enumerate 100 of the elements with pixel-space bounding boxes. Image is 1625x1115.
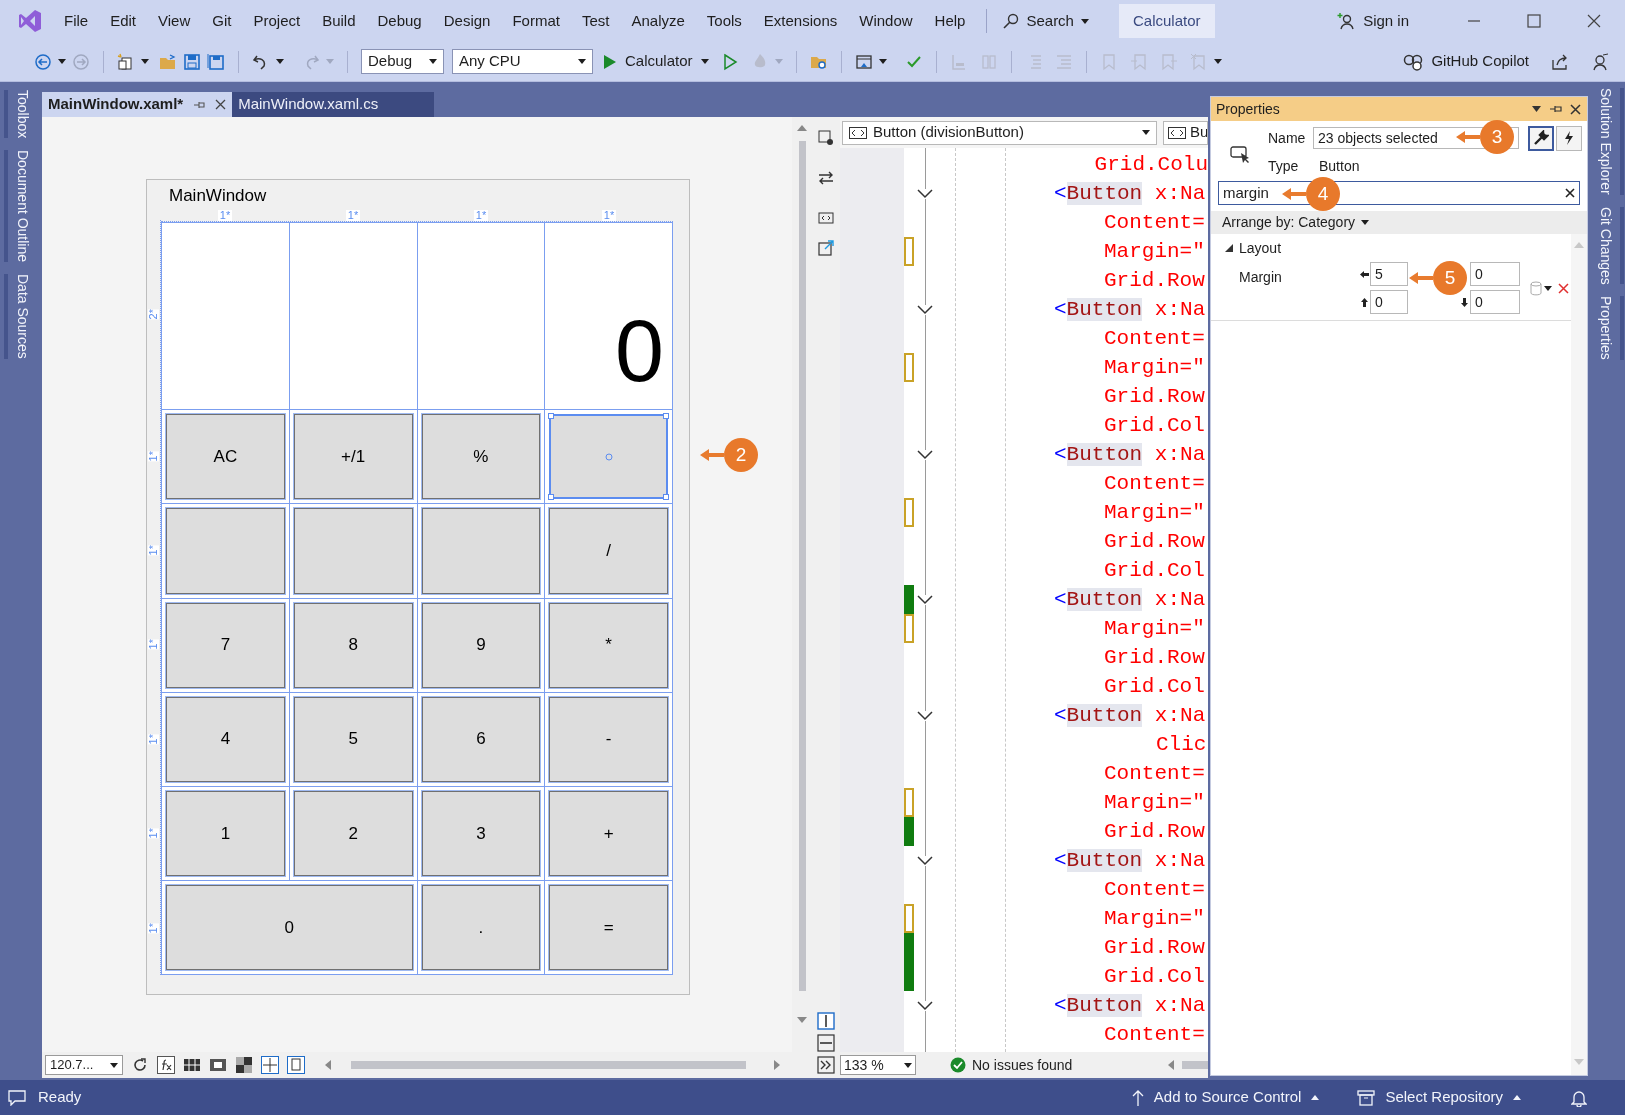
side-tab[interactable]: Document Outline: [3, 150, 37, 263]
platform-dropdown[interactable]: Any CPU: [452, 49, 593, 74]
close-icon[interactable]: [1570, 103, 1581, 115]
horizontal-scrollbar[interactable]: [351, 1061, 746, 1069]
menu-item[interactable]: Edit: [99, 9, 148, 33]
feedback-icon[interactable]: [1591, 52, 1609, 71]
save-all-icon[interactable]: [207, 52, 225, 71]
share-icon[interactable]: [1551, 52, 1569, 71]
pin-icon[interactable]: [1549, 103, 1562, 115]
sign-in-button[interactable]: Sign in: [1337, 9, 1409, 33]
side-tab[interactable]: Solution Explorer: [1591, 88, 1624, 195]
pop-out-icon[interactable]: [817, 239, 835, 257]
app-logo-icon[interactable]: [17, 8, 43, 34]
zoom-dropdown[interactable]: 133 %: [840, 1055, 916, 1075]
menu-item[interactable]: Build: [311, 9, 367, 33]
scroll-left-icon[interactable]: [1168, 1060, 1174, 1070]
keypad-button[interactable]: 8: [293, 602, 413, 688]
output-icon[interactable]: [8, 1089, 26, 1106]
copilot-button[interactable]: GitHub Copilot: [1403, 50, 1529, 73]
keypad-button[interactable]: +: [549, 790, 668, 876]
keypad-button[interactable]: 1: [166, 790, 285, 876]
refresh-icon[interactable]: [131, 1056, 149, 1074]
menu-item[interactable]: Design: [432, 9, 502, 33]
keypad-button[interactable]: [293, 508, 413, 594]
keypad-button[interactable]: [421, 508, 541, 594]
menu-item[interactable]: Git: [201, 9, 243, 33]
menu-item[interactable]: Extensions: [752, 9, 849, 33]
run-button[interactable]: Calculator: [603, 50, 709, 73]
menu-item[interactable]: Tools: [695, 9, 753, 33]
xaml-view-icon[interactable]: [817, 209, 835, 227]
menu-item[interactable]: File: [53, 9, 100, 33]
keypad-button[interactable]: -: [549, 696, 668, 782]
keypad-button[interactable]: 6: [421, 696, 541, 782]
device-icon[interactable]: [287, 1056, 305, 1074]
keypad-button[interactable]: /: [549, 508, 668, 594]
collapse-pane-icon[interactable]: [817, 1056, 835, 1074]
keypad-button[interactable]: AC: [166, 414, 285, 500]
keypad-button[interactable]: [166, 508, 285, 594]
keypad-button[interactable]: [549, 414, 668, 500]
grid-icon[interactable]: [183, 1056, 201, 1074]
reset-icon[interactable]: [1558, 282, 1569, 294]
menu-item[interactable]: Debug: [366, 9, 433, 33]
save-icon[interactable]: [183, 52, 201, 71]
scroll-up-icon[interactable]: [797, 125, 807, 131]
menu-item[interactable]: Project: [242, 9, 312, 33]
menu-item[interactable]: Format: [501, 9, 571, 33]
document-tab[interactable]: MainWindow.xaml.cs: [232, 92, 435, 117]
design-view-icon[interactable]: [817, 129, 835, 147]
source-control-button[interactable]: Add to Source Control: [1131, 1086, 1320, 1109]
keypad-button[interactable]: 4: [166, 696, 285, 782]
keypad-button[interactable]: 9: [421, 602, 541, 688]
keypad-button[interactable]: 5: [293, 696, 413, 782]
snap-grid-icon[interactable]: [209, 1056, 227, 1074]
menu-item[interactable]: View: [147, 9, 202, 33]
value-field[interactable]: 0: [1370, 290, 1408, 314]
new-item-icon[interactable]: [117, 52, 135, 71]
menu-item[interactable]: Test: [570, 9, 621, 33]
keypad-button[interactable]: 7: [166, 602, 285, 688]
back-icon[interactable]: [34, 52, 52, 71]
side-tab[interactable]: Git Changes: [1591, 206, 1624, 285]
formula-icon[interactable]: [157, 1056, 175, 1074]
keypad-button[interactable]: 0: [166, 884, 413, 970]
document-tab[interactable]: MainWindow.xaml*: [42, 92, 233, 117]
menu-item[interactable]: Analyze: [620, 9, 696, 33]
events-view-button[interactable]: [1556, 125, 1582, 151]
keypad-button[interactable]: %: [421, 414, 541, 500]
clear-icon[interactable]: [1565, 188, 1575, 198]
scroll-right-icon[interactable]: [774, 1060, 780, 1070]
scroll-left-icon[interactable]: [325, 1060, 331, 1070]
close-icon[interactable]: [1587, 14, 1601, 28]
keypad-button[interactable]: *: [549, 602, 668, 688]
horizontal-split-icon[interactable]: [817, 1034, 835, 1052]
repository-button[interactable]: Select Repository: [1357, 1086, 1521, 1109]
keypad-button[interactable]: 3: [421, 790, 541, 876]
keypad-button[interactable]: =: [549, 884, 668, 970]
open-folder-icon[interactable]: [159, 52, 177, 71]
member-dropdown[interactable]: Bu: [1163, 120, 1208, 145]
maximize-icon[interactable]: [1527, 14, 1541, 28]
menu-item[interactable]: Help: [923, 9, 977, 33]
checker-icon[interactable]: [235, 1056, 253, 1074]
snap-lines-icon[interactable]: [261, 1056, 279, 1074]
close-icon[interactable]: [215, 99, 227, 110]
element-dropdown[interactable]: Button (divisionButton): [842, 120, 1157, 145]
issues-status[interactable]: No issues found: [972, 1054, 1073, 1076]
search-button[interactable]: Search: [997, 9, 1095, 33]
keypad-button[interactable]: .: [421, 884, 541, 970]
configuration-dropdown[interactable]: Debug: [361, 49, 444, 74]
database-icon[interactable]: [1530, 280, 1542, 296]
vertical-split-icon[interactable]: [817, 1012, 835, 1030]
dropdown-icon[interactable]: [1532, 106, 1541, 112]
category-header[interactable]: Layout: [1211, 234, 1571, 262]
zoom-dropdown[interactable]: 120.7...: [45, 1055, 123, 1075]
horizontal-scrollbar[interactable]: [1182, 1061, 1208, 1069]
side-tab[interactable]: Toolbox: [3, 90, 37, 139]
keypad-button[interactable]: 2: [293, 790, 413, 876]
scroll-down-icon[interactable]: [797, 1017, 807, 1023]
notification-icon[interactable]: [1571, 1088, 1587, 1107]
keypad-button[interactable]: +/1: [293, 414, 413, 500]
side-tab[interactable]: Data Sources: [3, 274, 37, 360]
swap-panes-icon[interactable]: [817, 169, 835, 187]
